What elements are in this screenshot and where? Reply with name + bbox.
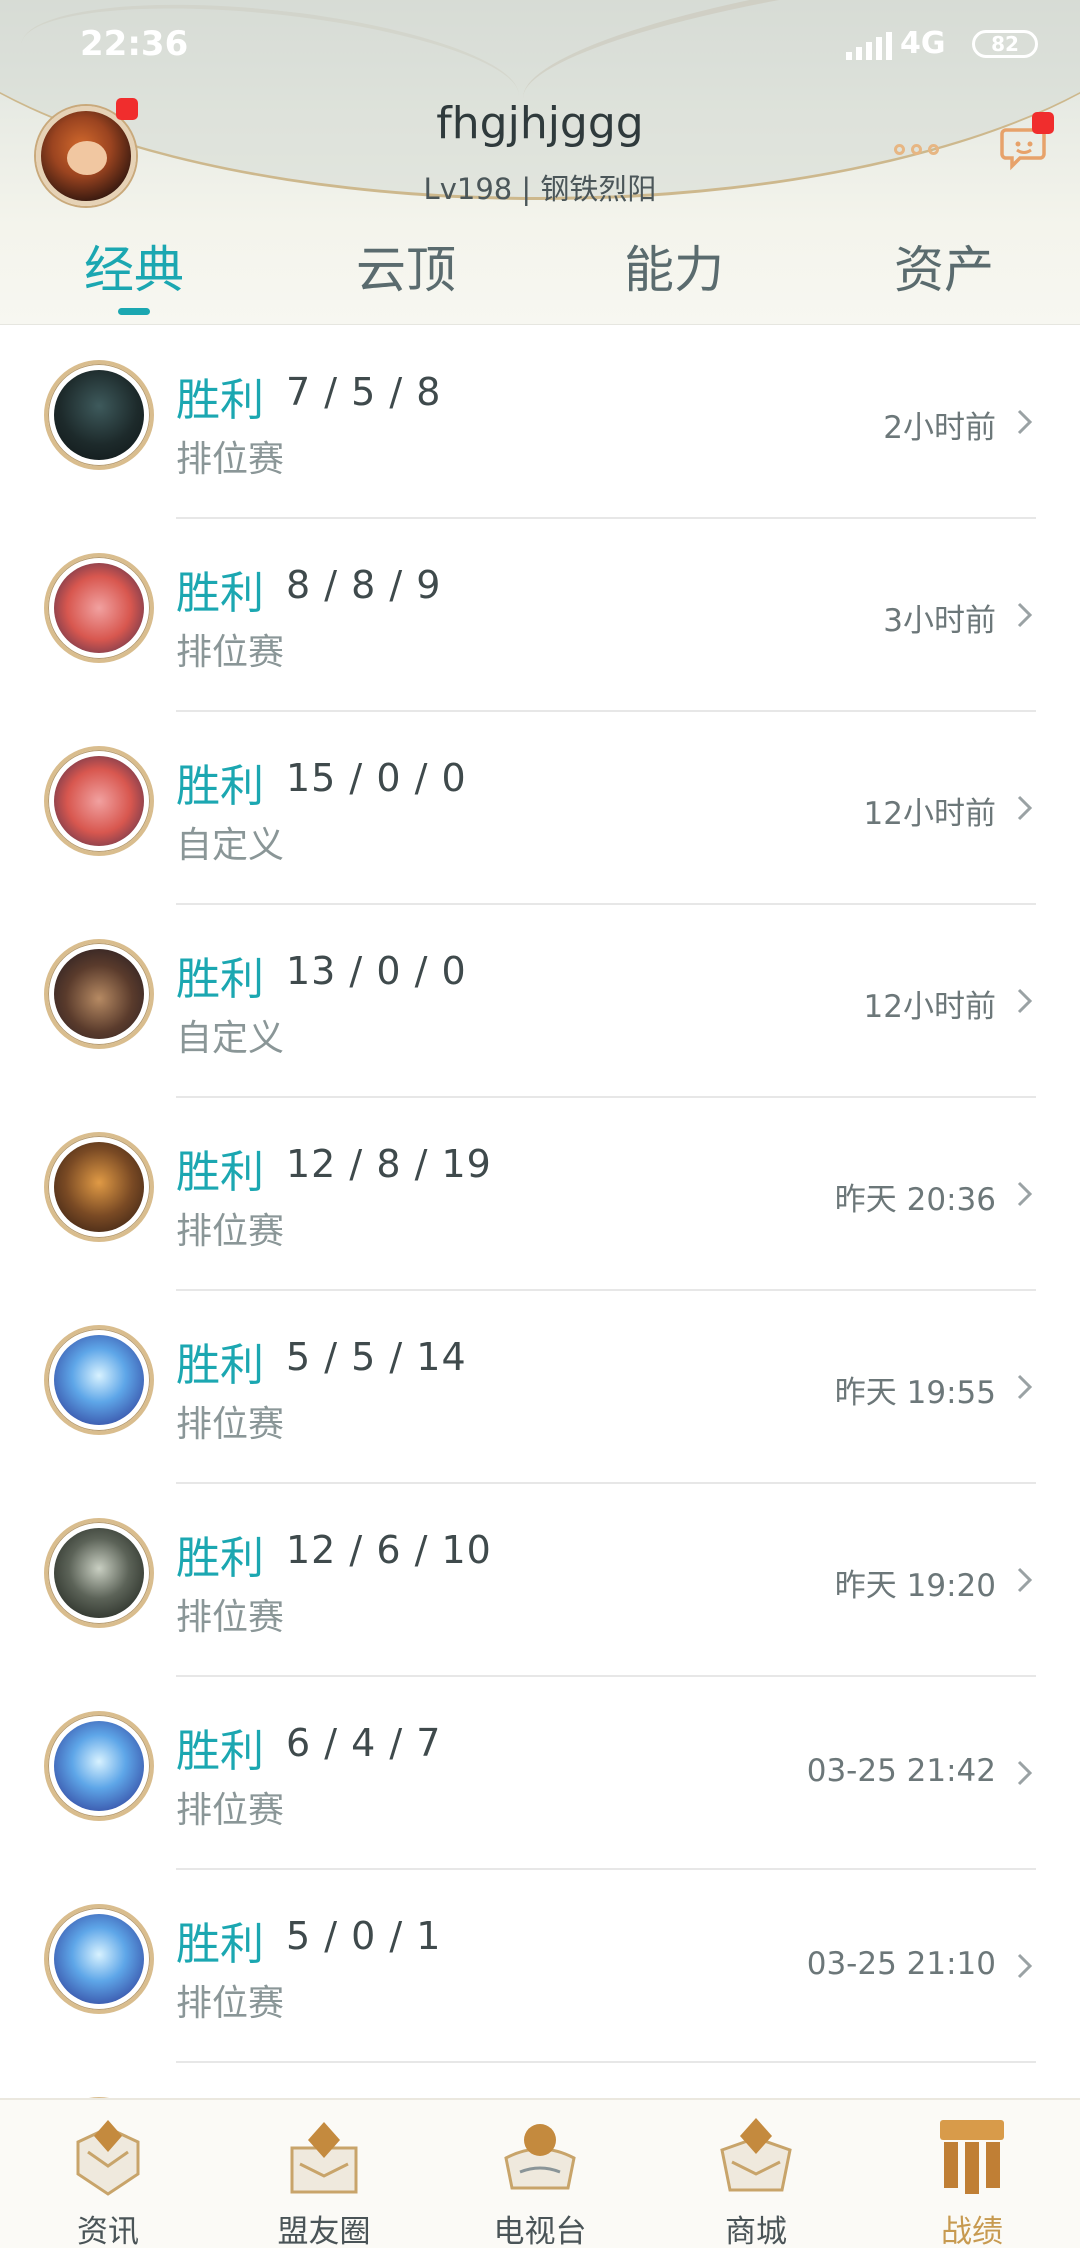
chevron-right-icon <box>1017 1374 1033 1400</box>
shop-crest-icon <box>720 2118 792 2192</box>
profile-header: 22:36 4G 82 fhgjhjggg Lv198 | 钢铁烈阳 经典 云顶… <box>0 0 1080 325</box>
chevron-right-icon <box>1017 988 1033 1014</box>
nav-label: 盟友圈 <box>277 2214 371 2248</box>
match-time: 昨天 19:55 <box>834 1375 996 1411</box>
nav-news[interactable]: 资讯 <box>0 2100 216 2248</box>
match-kda: 5 / 0 / 1 <box>286 1914 442 1958</box>
tab-assets[interactable]: 资产 <box>844 230 1044 302</box>
match-time: 03-25 21:10 <box>806 1946 996 1982</box>
match-kda: 6 / 4 / 7 <box>286 1721 442 1765</box>
champion-portrait <box>44 360 154 470</box>
friends-crest-icon <box>290 2122 358 2194</box>
chevron-right-icon <box>1017 1181 1033 1207</box>
nav-friends[interactable]: 盟友圈 <box>216 2100 432 2248</box>
champion-portrait <box>44 746 154 856</box>
tab-tft[interactable]: 云顶 <box>306 230 506 302</box>
chevron-right-icon <box>1017 795 1033 821</box>
match-kda: 7 / 5 / 8 <box>286 370 442 414</box>
match-time: 12小时前 <box>863 989 996 1025</box>
match-list: 胜利 7 / 5 / 8 排位赛 2小时前 胜利 8 / 8 / 9 排位赛 3… <box>0 326 1080 2248</box>
nav-shop[interactable]: 商城 <box>648 2100 864 2248</box>
match-mode: 排位赛 <box>176 1790 285 1831</box>
match-mode: 排位赛 <box>176 632 285 673</box>
match-time: 12小时前 <box>863 796 996 832</box>
chevron-right-icon <box>1017 409 1033 435</box>
match-row[interactable]: 胜利 6 / 4 / 7 排位赛 03-25 21:42 <box>0 1677 1080 1870</box>
chevron-right-icon <box>1017 1567 1033 1593</box>
news-crest-icon <box>76 2120 140 2196</box>
champion-portrait <box>44 1325 154 1435</box>
record-crest-icon <box>940 2120 1004 2194</box>
match-kda: 15 / 0 / 0 <box>286 756 467 800</box>
champion-portrait <box>44 939 154 1049</box>
match-mode: 排位赛 <box>176 1404 285 1445</box>
ellipsis-icon[interactable] <box>894 144 939 155</box>
chevron-right-icon <box>1017 602 1033 628</box>
match-time: 3小时前 <box>883 603 996 639</box>
match-result: 胜利 <box>176 1533 264 1584</box>
match-kda: 13 / 0 / 0 <box>286 949 467 993</box>
network-type: 4G <box>900 26 946 61</box>
match-mode: 排位赛 <box>176 439 285 480</box>
chevron-right-icon <box>1017 1760 1033 1786</box>
status-time: 22:36 <box>80 24 189 64</box>
match-mode: 排位赛 <box>176 1597 285 1638</box>
match-result: 胜利 <box>176 1919 264 1970</box>
match-result: 胜利 <box>176 568 264 619</box>
champion-portrait <box>44 1132 154 1242</box>
user-level-rank: Lv198 | 钢铁烈阳 <box>423 172 657 206</box>
tab-ability[interactable]: 能力 <box>574 230 774 302</box>
battery-icon: 82 <box>972 30 1038 58</box>
chevron-right-icon <box>1017 1953 1033 1979</box>
tab-bar: 经典 云顶 能力 资产 <box>0 230 1080 324</box>
match-time: 2小时前 <box>883 410 996 446</box>
match-row[interactable]: 胜利 12 / 8 / 19 排位赛 昨天 20:36 <box>0 1098 1080 1291</box>
match-time: 昨天 19:20 <box>834 1568 996 1604</box>
tab-active-indicator <box>118 308 150 315</box>
match-mode: 排位赛 <box>176 1983 285 2024</box>
match-time: 03-25 21:42 <box>806 1753 996 1789</box>
battery-level: 82 <box>991 32 1019 56</box>
match-row[interactable]: 胜利 13 / 0 / 0 自定义 12小时前 <box>0 905 1080 1098</box>
match-row[interactable]: 胜利 12 / 6 / 10 排位赛 昨天 19:20 <box>0 1484 1080 1677</box>
match-time: 昨天 20:36 <box>834 1182 996 1218</box>
tv-crest-icon <box>504 2124 576 2190</box>
match-row[interactable]: 胜利 5 / 5 / 14 排位赛 昨天 19:55 <box>0 1291 1080 1484</box>
champion-portrait <box>44 1904 154 2014</box>
match-row[interactable]: 胜利 7 / 5 / 8 排位赛 2小时前 <box>0 326 1080 519</box>
status-bar: 22:36 4G 82 <box>0 0 1080 90</box>
match-mode: 自定义 <box>176 1018 285 1059</box>
username: fhgjhjggg <box>436 98 644 149</box>
match-kda: 5 / 5 / 14 <box>286 1335 467 1379</box>
match-result: 胜利 <box>176 1340 264 1391</box>
nav-label: 商城 <box>725 2214 787 2248</box>
match-result: 胜利 <box>176 761 264 812</box>
match-result: 胜利 <box>176 1726 264 1777</box>
chat-badge <box>1032 112 1054 134</box>
match-result: 胜利 <box>176 1147 264 1198</box>
match-mode: 排位赛 <box>176 1211 285 1252</box>
match-mode: 自定义 <box>176 825 285 866</box>
nav-tv[interactable]: 电视台 <box>432 2100 648 2248</box>
bottom-nav: 资讯 盟友圈 电视台 商城 战绩 <box>0 2098 1080 2248</box>
champion-portrait <box>44 1711 154 1821</box>
tab-classic[interactable]: 经典 <box>34 230 234 302</box>
nav-label: 资讯 <box>77 2214 139 2248</box>
match-row[interactable]: 胜利 8 / 8 / 9 排位赛 3小时前 <box>0 519 1080 712</box>
match-result: 胜利 <box>176 954 264 1005</box>
champion-portrait <box>44 1518 154 1628</box>
match-kda: 8 / 8 / 9 <box>286 563 442 607</box>
match-kda: 12 / 8 / 19 <box>286 1142 492 1186</box>
nav-record[interactable]: 战绩 <box>864 2100 1080 2248</box>
match-row[interactable]: 胜利 5 / 0 / 1 排位赛 03-25 21:10 <box>0 1870 1080 2063</box>
signal-icon <box>846 30 892 60</box>
match-row[interactable]: 胜利 15 / 0 / 0 自定义 12小时前 <box>0 712 1080 905</box>
champion-portrait <box>44 553 154 663</box>
nav-label: 战绩 <box>941 2214 1003 2248</box>
match-result: 胜利 <box>176 375 264 426</box>
nav-label: 电视台 <box>493 2214 587 2248</box>
match-kda: 12 / 6 / 10 <box>286 1528 492 1572</box>
